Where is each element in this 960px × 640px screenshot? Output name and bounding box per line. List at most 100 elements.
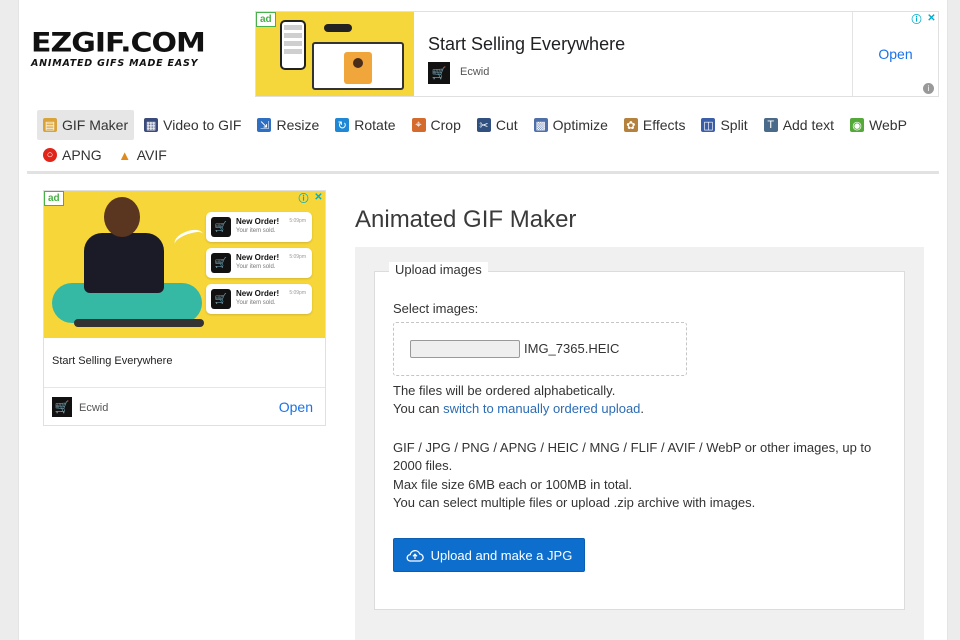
info-icon[interactable]: ⓘ [910,12,923,26]
notification-time: 5:09pm [289,254,306,260]
tool-nav: ▤ GIF Maker ▦ Video to GIF ⇲ Resize ↻ Rotate… [37,110,937,170]
notification-title: New Order! [236,253,280,262]
ad-badge: ad [256,12,276,27]
side-ad[interactable]: ad 🛒 New Order! Your item sold. 5:09pm 🛒… [43,190,326,426]
formats-note: GIF / JPG / PNG / APNG / HEIC / MNG / FL… [393,440,872,455]
nav-item-rotate[interactable]: ↻ Rotate [329,110,401,140]
film-icon: ▦ [144,118,159,132]
page-title: Animated GIF Maker [355,206,577,233]
ad-badge: ad [44,191,64,206]
switch-note: You can switch to manually ordered uploa… [393,400,644,419]
selected-file-name: IMG_7365.HEIC [524,341,620,356]
order-notification: 🛒 New Order! Your item sold. 5:09pm [206,284,312,314]
optimize-icon: ▩ [533,118,548,132]
nav-item-resize[interactable]: ⇲ Resize [251,110,325,140]
cart-icon: 🛒 [52,397,72,417]
ad-title: Start Selling Everywhere [52,355,173,367]
avif-icon: ▲ [118,147,132,163]
nav-row-1: ▤ GIF Maker ▦ Video to GIF ⇲ Resize ↻ Rotate… [37,110,937,140]
ad-image: ad [256,12,414,96]
multi-select-note: You can select multiple files or upload … [393,495,756,510]
nav-divider [27,171,939,174]
nav-item-apng[interactable]: ○ APNG [37,140,108,170]
nav-item-split[interactable]: ◫ Split [695,110,753,140]
notification-title: New Order! [236,217,280,226]
upload-fieldset: Upload images Select images: IMG_7365.HE… [374,262,905,610]
ad-image: ad 🛒 New Order! Your item sold. 5:09pm 🛒… [44,191,325,338]
info-icon[interactable]: ⓘ [297,191,310,205]
ad-controls: ⓘ ✕ [910,12,938,26]
cart-icon: 🛒 [211,253,231,273]
nav-item-video-to-gif[interactable]: ▦ Video to GIF [138,110,247,140]
ad-open-button[interactable]: Open [279,399,313,415]
cloud-upload-icon [406,549,424,562]
notification-title: New Order! [236,289,280,298]
nav-label: AVIF [136,147,167,163]
logo-tagline: ANIMATED GIFS MADE EASY [31,58,199,69]
apng-icon: ○ [43,148,57,162]
close-icon[interactable]: ✕ [312,191,325,204]
nav-item-add-text[interactable]: T Add text [758,110,840,140]
notification-time: 5:09pm [289,218,306,224]
nav-label: APNG [62,147,102,163]
resize-icon: ⇲ [257,118,272,132]
order-notification: 🛒 New Order! Your item sold. 5:09pm [206,248,312,278]
arrow-icon [172,226,206,252]
nav-label: WebP [869,117,907,133]
ad-open-label: Open [878,46,913,62]
formats-note-2: 2000 files. [393,458,453,473]
gif-maker-icon: ▤ [43,118,57,132]
nav-item-crop[interactable]: ⌖ Crop [406,110,467,140]
select-images-label: Select images: [393,301,479,316]
file-dropzone[interactable]: IMG_7365.HEIC [393,322,687,376]
add-text-icon: T [763,118,778,132]
nav-label: Add text [782,117,835,133]
site-logo[interactable]: EZGIF.COM ANIMATED GIFS MADE EASY [31,30,251,69]
order-note: The files will be ordered alphabetically… [393,383,616,398]
max-size-note: Max file size 6MB each or 100MB in total… [393,477,633,492]
nav-label: Rotate [354,117,396,133]
person-body [84,233,164,293]
page: EZGIF.COM ANIMATED GIFS MADE EASY ad Sta… [18,0,948,640]
choose-file-button[interactable] [410,340,520,358]
palette-icon: ✿ [623,118,638,132]
cut-icon: ✂ [476,118,491,132]
nav-label: Video to GIF [163,117,242,133]
crop-icon: ⌖ [411,118,426,132]
nav-item-webp[interactable]: ◉ WebP [844,110,913,140]
rotate-icon: ↻ [335,118,350,132]
nav-label: Cut [495,117,518,133]
nav-label: Effects [642,117,686,133]
ad-choices-icon[interactable]: i [923,83,934,94]
nav-item-gif-maker[interactable]: ▤ GIF Maker [37,110,135,140]
cart-icon: 🛒 [211,217,231,237]
cart-icon: 🛒 [211,289,231,309]
upload-panel: Upload images Select images: IMG_7365.HE… [355,247,924,640]
order-notification: 🛒 New Order! Your item sold. 5:09pm [206,212,312,242]
notification-time: 5:09pm [289,290,306,296]
phone-illustration [280,20,306,70]
nav-item-effects[interactable]: ✿ Effects [618,110,692,140]
person-head [104,197,140,237]
ad-brand: Ecwid [460,66,490,78]
sunglasses-illustration [324,24,352,32]
divider [44,387,325,388]
split-icon: ◫ [701,118,716,132]
notification-sub: Your item sold. [236,264,276,270]
nav-item-cut[interactable]: ✂ Cut [471,110,524,140]
nav-label: Split [720,117,748,133]
nav-item-optimize[interactable]: ▩ Optimize [528,110,614,140]
close-icon[interactable]: ✕ [925,12,938,25]
ad-brand: Ecwid [79,402,109,414]
upload-button[interactable]: Upload and make a JPG [393,538,585,572]
ad-controls: ⓘ ✕ [297,191,325,205]
top-banner-ad[interactable]: ad Start Selling Everywhere 🛒 Ecwid Open… [255,11,939,97]
nav-item-avif[interactable]: ▲ AVIF [112,140,173,170]
switch-upload-link[interactable]: switch to manually ordered upload [443,401,640,416]
logo-wordmark: EZGIF.COM [31,27,206,59]
nav-label: Optimize [552,117,608,133]
skateboard [74,319,204,327]
upload-button-label: Upload and make a JPG [430,547,573,563]
ad-title: Start Selling Everywhere [428,34,626,54]
webp-icon: ◉ [850,118,865,132]
